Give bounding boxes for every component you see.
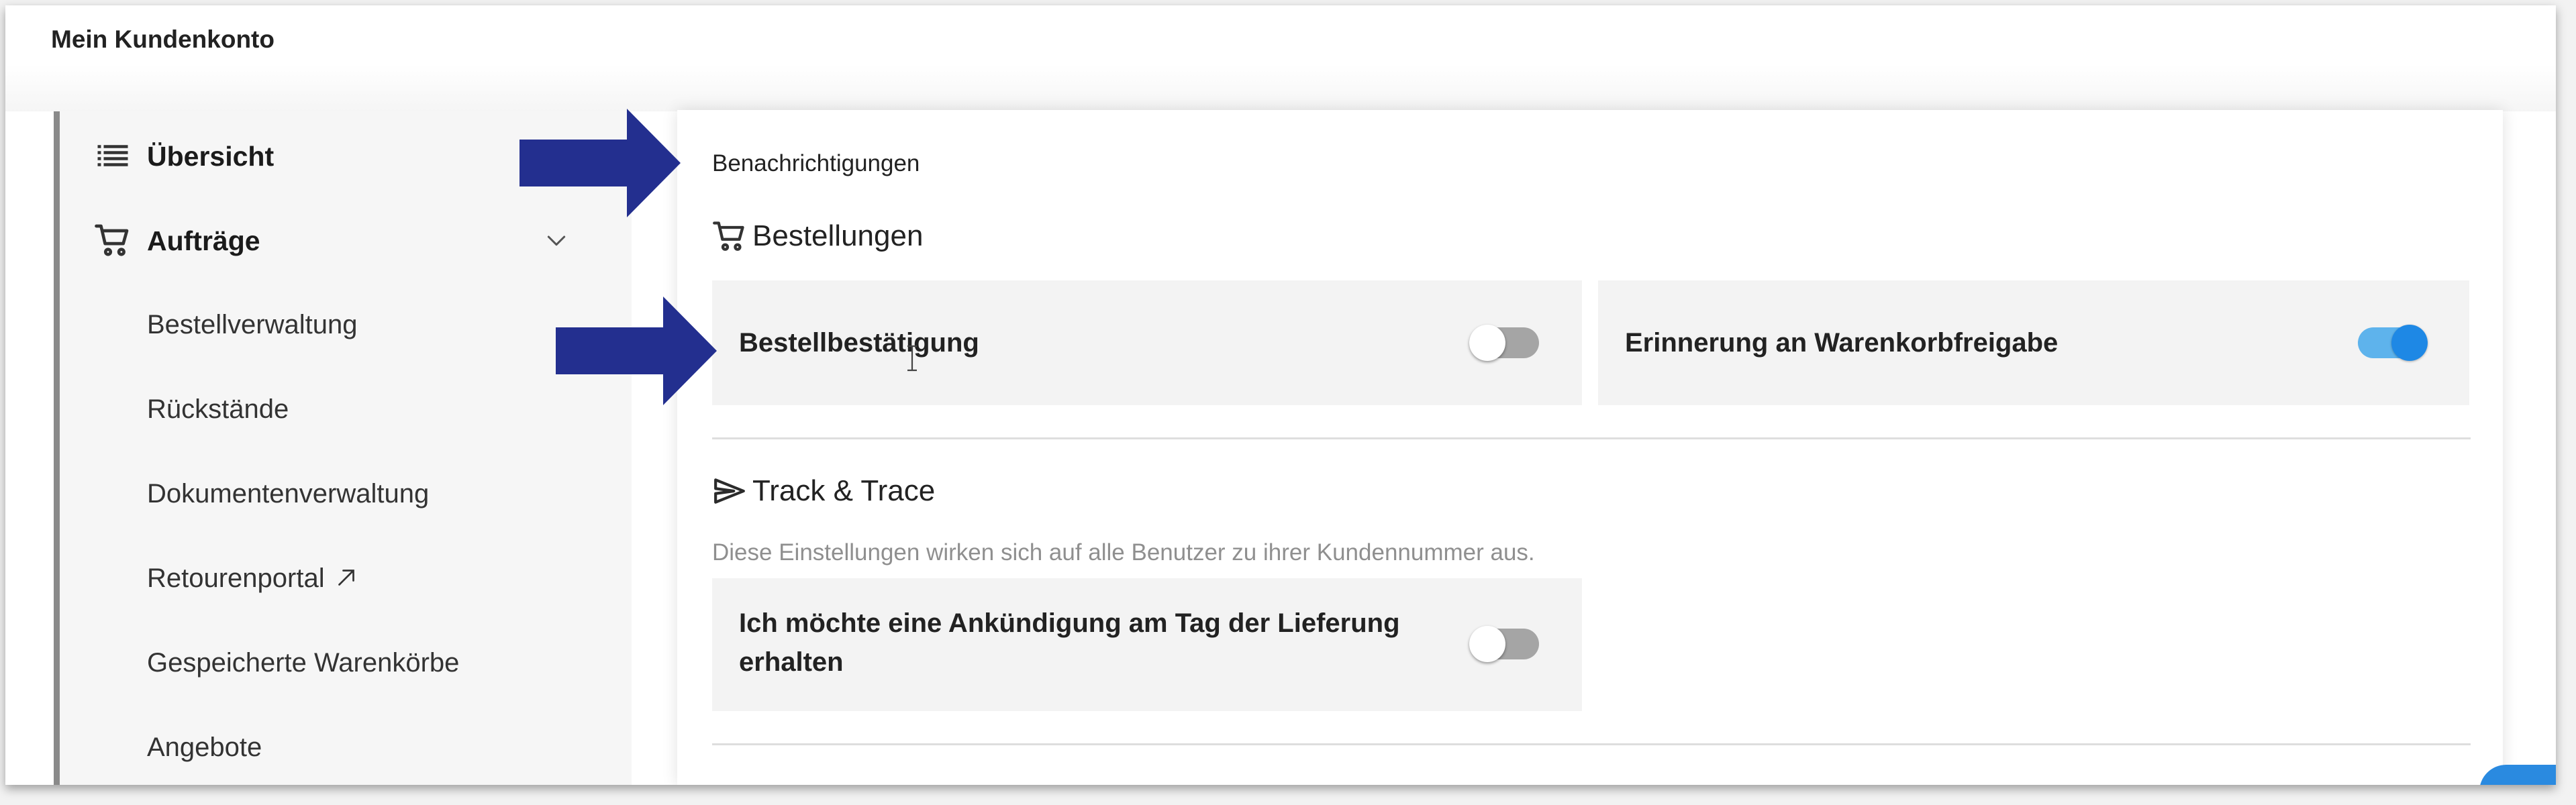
annotation-arrow <box>519 109 681 217</box>
send-icon <box>712 474 747 508</box>
warenkorbfreigabe-toggle[interactable] <box>2355 323 2428 363</box>
sidebar-item-retourenportal[interactable]: Retourenportal <box>60 538 632 619</box>
section-title-text: Bestellungen <box>752 219 924 252</box>
setting-label-line: Ich möchte eine Ankündigung am Tag der L… <box>739 608 1400 638</box>
toggle-knob <box>2391 325 2428 361</box>
sidebar-item-dokumentenverwaltung[interactable]: Dokumentenverwaltung <box>60 453 632 534</box>
sidebar-item-rueckstaende[interactable]: Rückstände <box>60 369 632 449</box>
sidebar-item-label: Aufträge <box>147 225 260 256</box>
toggle-knob <box>1469 626 1505 662</box>
lieferankuendigung-toggle[interactable] <box>1469 624 1542 664</box>
list-icon <box>93 136 132 175</box>
sidebar-item-label: Retourenportal <box>147 564 325 593</box>
cart-icon <box>93 221 132 260</box>
toggle-knob <box>1469 325 1505 361</box>
sidebar-item-label: Übersicht <box>147 141 275 172</box>
sidebar-item-angebote[interactable]: Angebote <box>60 707 632 785</box>
sidebar-item-label: Angebote <box>147 733 262 762</box>
setting-label: Ich möchte eine Ankündigung am Tag der L… <box>739 604 1400 682</box>
cart-icon <box>712 219 747 254</box>
setting-card-warenkorbfreigabe: Erinnerung an Warenkorbfreigabe <box>1598 280 2469 405</box>
app-window: Mein Kundenkonto Übersicht Aufträge Best… <box>5 5 2556 785</box>
section-title-bestellungen: Bestellungen <box>712 219 923 254</box>
setting-card-bestellbestaetigung: Bestellbestätigung <box>712 280 1582 405</box>
bestellbestaetigung-toggle[interactable] <box>1469 323 1542 363</box>
text-cursor-icon <box>907 345 917 372</box>
chevron-down-icon[interactable] <box>542 225 571 255</box>
annotation-arrow <box>556 297 717 405</box>
section-divider <box>712 437 2471 439</box>
sidebar-item-label: Gespeicherte Warenkörbe <box>147 648 460 678</box>
setting-label-line: erhalten <box>739 647 844 677</box>
section-title-track-trace: Track & Trace <box>712 474 935 508</box>
section-divider <box>712 743 2471 745</box>
sidebar-item-label: Bestellverwaltung <box>147 310 358 339</box>
sidebar-item-gespeicherte-warenkoerbe[interactable]: Gespeicherte Warenkörbe <box>60 623 632 703</box>
setting-label: Bestellbestätigung <box>739 328 979 358</box>
notifications-panel: Benachrichtigungen Bestellungen Bestellb… <box>677 110 2503 785</box>
external-link-icon <box>334 566 358 590</box>
page-title: Mein Kundenkonto <box>51 25 275 53</box>
setting-label: Erinnerung an Warenkorbfreigabe <box>1625 328 2059 358</box>
sidebar-item-label: Rückstände <box>147 394 289 424</box>
setting-card-lieferankuendigung: Ich möchte eine Ankündigung am Tag der L… <box>712 578 1582 711</box>
section-title-text: Track & Trace <box>752 474 936 507</box>
section-note: Diese Einstellungen wirken sich auf alle… <box>712 539 1535 566</box>
sidebar-item-label-wrap: Retourenportal <box>147 564 358 594</box>
panel-heading: Benachrichtigungen <box>712 150 920 176</box>
header-divider <box>5 64 2556 111</box>
sidebar-item-label: Dokumentenverwaltung <box>147 479 430 508</box>
sidebar-item-bestellverwaltung[interactable]: Bestellverwaltung <box>60 284 632 365</box>
